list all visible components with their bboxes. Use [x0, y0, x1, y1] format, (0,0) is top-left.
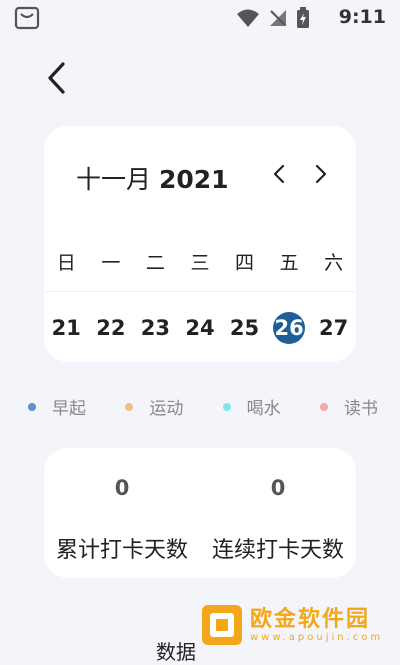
chevron-left-icon: [46, 61, 66, 99]
date-cell[interactable]: 25: [222, 312, 267, 344]
back-button[interactable]: [38, 60, 74, 100]
prev-month-button[interactable]: [268, 162, 292, 186]
streak-checkin-stat: 0 连续打卡天数: [200, 448, 356, 578]
habit-legend: 早起 运动 喝水 读书: [28, 394, 378, 419]
legend-dot: [319, 402, 328, 411]
legend-item-drink-water: 喝水: [222, 394, 281, 419]
date-number: 25: [229, 316, 260, 340]
watermark-logo-icon: [202, 605, 242, 645]
weekday-label: 四: [235, 252, 255, 274]
calendar-month: 十一月: [76, 165, 152, 194]
date-cell[interactable]: 22: [89, 312, 134, 344]
legend-item-reading: 读书: [319, 394, 378, 419]
section-title: 数据: [156, 640, 196, 664]
no-signal-icon: [268, 8, 288, 32]
calendar-year: 2021: [158, 165, 229, 194]
date-cell[interactable]: 23: [133, 312, 178, 344]
weekday-row: 日 一 二 三 四 五 六: [44, 248, 356, 275]
legend-item-exercise: 运动: [125, 394, 183, 419]
watermark: 欧金软件园 www.apoujin.com: [200, 600, 400, 650]
date-cell-selected[interactable]: 26: [267, 312, 312, 344]
total-checkin-stat: 0 累计打卡天数: [44, 448, 200, 578]
legend-item-early-rise: 早起: [28, 394, 86, 419]
date-row: 21 22 23 24 25 26 27: [44, 312, 356, 344]
battery-charging-icon: [296, 7, 310, 33]
weekday-label: 三: [190, 252, 210, 274]
legend-dot: [222, 402, 231, 411]
legend-label: 早起: [52, 399, 86, 419]
date-number: 24: [185, 316, 215, 340]
legend-label: 读书: [343, 399, 378, 419]
shopping-bag-icon: [14, 6, 40, 34]
date-cell[interactable]: 24: [178, 312, 223, 344]
watermark-title: 欧金软件园: [250, 606, 371, 632]
legend-label: 喝水: [246, 399, 281, 419]
next-month-button[interactable]: [308, 162, 332, 186]
checkin-stats-card: 0 累计打卡天数 0 连续打卡天数: [44, 448, 356, 578]
weekday-label: 五: [279, 252, 299, 274]
date-number: 27: [319, 316, 349, 340]
streak-checkin-value: 0: [270, 476, 286, 500]
weekday-label: 一: [101, 252, 121, 274]
date-number: 26: [273, 312, 306, 344]
weekday-label: 二: [145, 252, 165, 274]
watermark-url: www.apoujin.com: [250, 631, 384, 643]
date-number: 23: [140, 316, 171, 340]
date-number: 21: [51, 316, 81, 340]
legend-dot: [28, 402, 36, 411]
legend-dot: [125, 402, 134, 411]
weekday-label: 六: [324, 252, 344, 274]
total-checkin-value: 0: [114, 476, 130, 500]
status-time: 9:11: [338, 6, 386, 28]
divider: [44, 291, 356, 292]
streak-checkin-label: 连续打卡天数: [211, 538, 344, 563]
chevron-right-icon: [315, 164, 327, 184]
weekday-label: 日: [56, 252, 76, 274]
date-number: 22: [96, 316, 126, 340]
calendar-title: 十一月 2021: [76, 160, 229, 196]
calendar-card: 十一月 2021 日 一 二 三 四 五 六 21 22 23 24 25 26…: [44, 126, 356, 362]
date-cell[interactable]: 21: [44, 312, 89, 344]
date-cell[interactable]: 27: [311, 312, 356, 344]
total-checkin-label: 累计打卡天数: [55, 538, 188, 563]
status-bar: 9:11: [0, 0, 400, 36]
legend-label: 运动: [149, 399, 184, 419]
chevron-left-icon: [273, 164, 285, 184]
wifi-icon: [236, 8, 260, 32]
